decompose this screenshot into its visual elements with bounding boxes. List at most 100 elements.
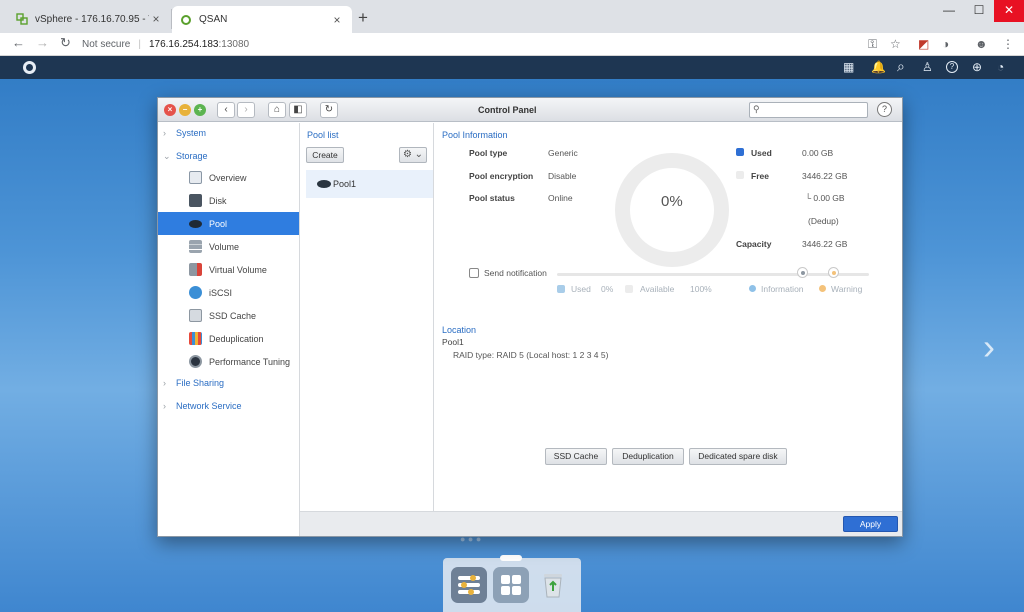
new-tab-button[interactable]: +: [358, 8, 368, 28]
apply-button[interactable]: Apply: [843, 516, 898, 532]
apps-dock-icon[interactable]: [493, 567, 529, 603]
tab-title: vSphere - 176.16.70.95 - Virtual M: [35, 13, 149, 25]
chevron-right-icon: ›: [163, 401, 166, 411]
sidebar-item-deduplication[interactable]: Deduplication: [158, 327, 299, 350]
send-notification-checkbox[interactable]: [469, 268, 479, 278]
available-legend-square: [625, 285, 633, 293]
home-icon[interactable]: ⌂: [268, 102, 286, 118]
information-threshold-handle[interactable]: [797, 267, 808, 278]
dedicated-spare-disk-button[interactable]: Dedicated spare disk: [689, 448, 787, 465]
pool-settings-gear-icon[interactable]: ⚙ ⌄: [399, 147, 427, 163]
dock-handle[interactable]: [500, 555, 522, 561]
sidebar-section-system[interactable]: › System: [163, 125, 206, 141]
sidebar-item-virtual-volume[interactable]: Virtual Volume: [158, 258, 299, 281]
iscsi-icon: [189, 286, 202, 299]
extension-icon[interactable]: ◑: [942, 37, 949, 51]
sidebar-item-iscsi[interactable]: iSCSI: [158, 281, 299, 304]
window-maximize-icon[interactable]: +: [194, 104, 206, 116]
location-raid-info: RAID type: RAID 5 (Local host: 1 2 3 4 5…: [453, 350, 609, 360]
capacity-value: 3446.22 GB: [802, 239, 848, 249]
pool-type-value: Generic: [548, 148, 578, 158]
menu-icon[interactable]: ⋮: [1002, 37, 1014, 51]
refresh-icon[interactable]: ↻: [320, 102, 338, 118]
next-page-arrow-icon[interactable]: ›: [983, 326, 995, 368]
qsan-logo-icon[interactable]: [23, 61, 36, 74]
notification-threshold-slider[interactable]: [557, 273, 869, 276]
capacity-label: Capacity: [736, 239, 772, 249]
url-separator: |: [138, 39, 141, 50]
tab-qsan[interactable]: QSAN ×: [172, 6, 352, 33]
minimize-window-button[interactable]: —: [934, 0, 964, 22]
disk-icon: [189, 194, 202, 207]
window-close-icon[interactable]: ×: [164, 104, 176, 116]
sidebar-section-file-sharing[interactable]: › File Sharing: [163, 375, 224, 391]
recycle-bin-dock-icon[interactable]: [535, 567, 571, 603]
help-icon[interactable]: ?: [946, 61, 958, 73]
sidebar-item-pool[interactable]: Pool: [158, 212, 299, 235]
ssd-cache-icon: [189, 309, 202, 322]
legend-used-percent: 0%: [601, 284, 614, 294]
usage-donut-chart: [615, 153, 729, 267]
url-field[interactable]: i Not secure | 176.16.254.183 :13080: [82, 36, 862, 72]
dedup-value: └ 0.00 GB: [805, 193, 845, 203]
ssd-cache-button[interactable]: SSD Cache: [545, 448, 607, 465]
close-tab-icon[interactable]: ×: [149, 12, 163, 26]
sidebar-item-overview[interactable]: Overview: [158, 166, 299, 189]
maximize-window-button[interactable]: ☐: [964, 0, 994, 22]
browser-tab-bar: vSphere - 176.16.70.95 - Virtual M × QSA…: [0, 0, 1024, 33]
volume-icon: [189, 240, 202, 253]
pool-list-panel: Pool list Create ⚙ ⌄ Pool1: [300, 123, 434, 536]
control-panel-search-input[interactable]: [749, 102, 868, 118]
notification-bell-icon[interactable]: 🔔: [871, 60, 886, 74]
profile-icon[interactable]: ☻: [975, 37, 988, 51]
pool-name: Pool1: [333, 179, 357, 189]
sidebar-section-storage[interactable]: ⌄ Storage: [163, 148, 208, 164]
reload-icon[interactable]: ↻: [60, 35, 71, 51]
layout-icon[interactable]: ◧: [289, 102, 307, 118]
address-bar: ← → ↻ i Not secure | 176.16.254.183 :130…: [0, 33, 1024, 72]
window-minimize-icon[interactable]: −: [179, 104, 191, 116]
sidebar-item-label: Pool: [209, 218, 228, 229]
vsphere-icon: [16, 13, 28, 25]
information-legend-dot: [749, 285, 756, 292]
control-panel-dock-icon[interactable]: [451, 567, 487, 603]
pool-list-item[interactable]: Pool1: [306, 170, 433, 198]
back-icon[interactable]: ‹: [217, 102, 235, 118]
create-pool-button[interactable]: Create: [306, 147, 344, 163]
qsan-top-bar: ▦ 🔔 ⌕ ♙ ? ⊕ ◔: [0, 56, 1024, 79]
url-host: 176.16.254.183: [148, 39, 219, 50]
sidebar-item-label: SSD Cache: [209, 310, 257, 321]
pool-list-heading: Pool list: [307, 130, 339, 140]
key-icon[interactable]: ⚿: [868, 37, 877, 52]
globe-icon[interactable]: ⊕: [972, 60, 982, 74]
sidebar-section-network-service[interactable]: › Network Service: [163, 398, 242, 414]
help-button[interactable]: ?: [877, 102, 892, 117]
performance-tuning-icon: [189, 355, 202, 368]
close-window-button[interactable]: ✕: [994, 0, 1024, 22]
sidebar-item-volume[interactable]: Volume: [158, 235, 299, 258]
sidebar-item-performance-tuning[interactable]: Performance Tuning: [158, 350, 299, 373]
search-icon[interactable]: ⌕: [897, 58, 905, 75]
used-legend-square: [557, 285, 565, 293]
dashboard-gauge-icon[interactable]: ◔: [997, 60, 1004, 74]
pool-icon: [317, 180, 331, 188]
sidebar-item-disk[interactable]: Disk: [158, 189, 299, 212]
back-icon[interactable]: ←: [12, 35, 25, 50]
apps-grid-icon[interactable]: ▦: [843, 60, 854, 74]
star-icon[interactable]: ☆: [890, 37, 901, 51]
legend-available: Available: [640, 284, 675, 294]
sidebar-item-label: Performance Tuning: [209, 356, 291, 367]
sidebar-section-label: System: [176, 128, 207, 138]
warning-threshold-handle[interactable]: [828, 267, 839, 278]
extension-pdf-icon[interactable]: ◩: [918, 37, 929, 51]
tab-vsphere[interactable]: vSphere - 176.16.70.95 - Virtual M ×: [8, 9, 172, 29]
close-tab-icon[interactable]: ×: [330, 13, 344, 27]
forward-icon[interactable]: ›: [237, 102, 255, 118]
sidebar-item-ssd-cache[interactable]: SSD Cache: [158, 304, 299, 327]
user-icon[interactable]: ♙: [922, 60, 933, 74]
sidebar-item-label: Virtual Volume: [209, 264, 267, 275]
sidebar-section-label: Storage: [176, 151, 208, 161]
forward-icon[interactable]: →: [36, 35, 49, 50]
deduplication-button[interactable]: Deduplication: [612, 448, 684, 465]
window-title-bar[interactable]: × − + ‹ › ⌂ ◧ ↻ Control Panel ⚲ ?: [158, 98, 902, 122]
